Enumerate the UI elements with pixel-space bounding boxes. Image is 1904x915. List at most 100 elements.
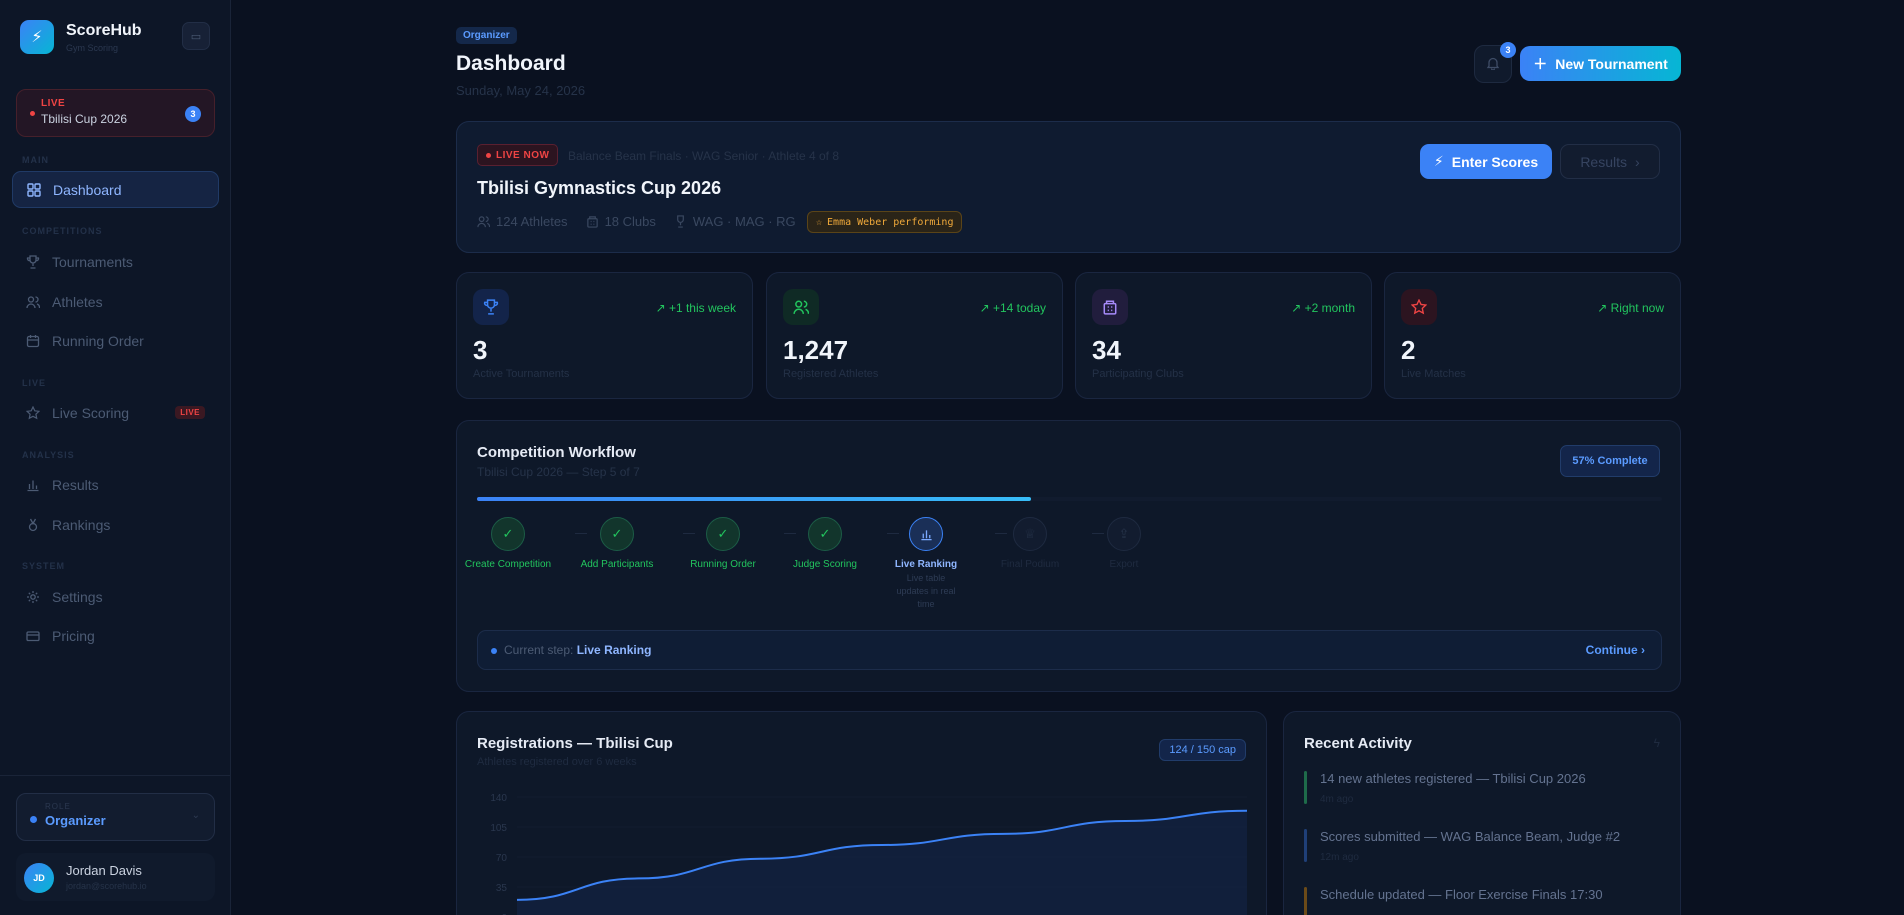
activity-marker xyxy=(1304,829,1307,862)
role-selector[interactable]: ROLE Organizer ⌄ xyxy=(16,793,215,841)
credit-card-icon xyxy=(26,629,40,643)
workflow-step-add-participants[interactable]: ✓ Add Participants xyxy=(569,517,665,570)
medal-icon: ♕ xyxy=(1013,517,1047,551)
role-tag: Organizer xyxy=(456,27,517,44)
sidebar-item-label: Settings xyxy=(52,588,103,605)
brand-subtitle: Gym Scoring xyxy=(66,42,119,53)
recent-activity-card: Recent Activity ϟ 14 new athletes regist… xyxy=(1283,711,1681,915)
check-icon: ✓ xyxy=(600,517,634,551)
section-competitions: COMPETITIONS xyxy=(22,226,103,236)
upload-icon: ⇪ xyxy=(1107,517,1141,551)
stat-trend: ↗ +1 this week xyxy=(655,301,736,315)
check-icon: ✓ xyxy=(808,517,842,551)
collapse-sidebar-button[interactable]: ▭ xyxy=(182,22,210,50)
sidebar-item-label: Rankings xyxy=(52,516,111,533)
activity-item[interactable]: Schedule updated — Floor Exercise Finals… xyxy=(1304,887,1644,915)
athletes-count: 124 Athletes xyxy=(496,214,568,229)
workflow-step-export[interactable]: ⇪ Export xyxy=(1076,517,1172,570)
stat-value: 1,247 xyxy=(783,335,849,365)
sidebar-item-athletes[interactable]: Athletes xyxy=(12,283,219,320)
workflow-step-create-competition[interactable]: ✓ Create Competition xyxy=(460,517,556,570)
sidebar-item-live-scoring[interactable]: Live Scoring LIVE xyxy=(12,394,219,431)
workflow-step-running-order[interactable]: ✓ Running Order xyxy=(675,517,771,570)
sidebar-item-pricing[interactable]: Pricing xyxy=(12,617,219,654)
workflow-step-final-podium[interactable]: ♕ Final Podium xyxy=(982,517,1078,570)
registrations-card: Registrations — Tbilisi Cup Athletes reg… xyxy=(456,711,1267,915)
role-dot-icon xyxy=(30,816,37,823)
y-tick-label: 35 xyxy=(496,883,508,894)
sidebar-item-rankings[interactable]: Rankings xyxy=(12,506,219,543)
series-area xyxy=(517,810,1247,915)
sidebar-item-settings[interactable]: Settings xyxy=(12,578,219,615)
users-icon xyxy=(26,295,40,309)
building-icon xyxy=(586,215,599,228)
stat-trend: ↗ +2 month xyxy=(1291,301,1355,315)
step-name: Create Competition xyxy=(464,559,552,570)
users-icon xyxy=(783,289,819,325)
activity-text: 14 new athletes registered — Tbilisi Cup… xyxy=(1320,771,1586,786)
trophy-icon xyxy=(473,289,509,325)
workflow-step-live-ranking[interactable]: Live Ranking Live table updates in real … xyxy=(878,517,974,611)
stat-card-tournaments[interactable]: ↗ +1 this week 3 Active Tournaments xyxy=(456,272,753,399)
live-event-meta: Balance Beam Finals · WAG Senior · Athle… xyxy=(568,149,840,163)
sidebar-item-dashboard[interactable]: Dashboard xyxy=(12,171,219,208)
activity-text: Scores submitted — WAG Balance Beam, Jud… xyxy=(1320,829,1621,844)
disciplines-fact: WAG · MAG · RG xyxy=(674,214,796,229)
current-step-banner: Current step: Live Ranking Continue › xyxy=(477,630,1662,670)
activity-item[interactable]: Scores submitted — WAG Balance Beam, Jud… xyxy=(1304,829,1644,863)
sidebar-item-running-order[interactable]: Running Order xyxy=(12,322,219,359)
stat-value: 2 xyxy=(1401,335,1416,365)
activity-marker xyxy=(1304,887,1307,915)
collapse-icon: ▭ xyxy=(190,30,202,43)
step-name: Export xyxy=(1109,559,1139,570)
stat-card-live-matches[interactable]: ↗ Right now 2 Live Matches xyxy=(1384,272,1681,399)
live-pill-badge: LIVE xyxy=(175,406,205,419)
stat-value: 34 xyxy=(1092,335,1121,365)
users-icon xyxy=(477,215,490,228)
current-dot-icon xyxy=(491,648,497,654)
y-tick-label: 70 xyxy=(496,853,508,864)
live-now-label: LIVE NOW xyxy=(496,149,550,161)
trophy-icon xyxy=(26,254,40,269)
live-now-card: LIVE NOW Balance Beam Finals · WAG Senio… xyxy=(456,121,1681,253)
stat-card-clubs[interactable]: ↗ +2 month 34 Participating Clubs xyxy=(1075,272,1372,399)
role-value: Organizer xyxy=(45,813,106,828)
continue-button[interactable]: Continue › xyxy=(1586,643,1645,657)
workflow-progress-track xyxy=(477,497,1662,501)
performer-name: Emma Weber performing xyxy=(827,216,954,228)
step-name: Final Podium xyxy=(1000,559,1060,570)
live-tournament-card[interactable]: LIVE Tbilisi Cup 2026 3 xyxy=(16,89,215,137)
sidebar-item-label: Results xyxy=(52,476,99,493)
current-step-label: Current step: xyxy=(504,643,574,657)
new-tournament-button[interactable]: ＋ New Tournament xyxy=(1520,46,1681,81)
medal-icon xyxy=(26,518,40,532)
sidebar-item-tournaments[interactable]: Tournaments xyxy=(12,243,219,280)
check-icon: ✓ xyxy=(706,517,740,551)
results-button[interactable]: Results › xyxy=(1560,144,1660,179)
stat-label: Active Tournaments xyxy=(473,368,570,380)
sidebar-item-results[interactable]: Results xyxy=(12,466,219,503)
bolt-icon: ϟ xyxy=(1653,736,1660,750)
stat-value: 3 xyxy=(473,335,488,365)
user-profile[interactable]: JD Jordan Davis jordan@scorehub.io xyxy=(16,853,215,901)
clubs-count: 18 Clubs xyxy=(604,214,656,229)
current-step-text: Current step: Live Ranking xyxy=(504,643,651,657)
new-tournament-label: New Tournament xyxy=(1555,55,1668,72)
workflow-complete-badge: 57% Complete xyxy=(1560,445,1660,477)
grid-icon xyxy=(27,182,41,197)
brand-name: ScoreHub xyxy=(66,21,142,39)
star-icon xyxy=(26,405,40,420)
activity-item[interactable]: 14 new athletes registered — Tbilisi Cup… xyxy=(1304,771,1644,805)
stat-card-athletes[interactable]: ↗ +14 today 1,247 Registered Athletes xyxy=(766,272,1063,399)
event-title: Tbilisi Gymnastics Cup 2026 xyxy=(477,178,722,198)
enter-scores-button[interactable]: ⚡ Enter Scores xyxy=(1420,144,1552,179)
bolt-icon: ⚡ xyxy=(20,20,54,54)
workflow-step-judge-scoring[interactable]: ✓ Judge Scoring xyxy=(777,517,873,570)
stat-label: Live Matches xyxy=(1401,368,1466,380)
current-step-value: Live Ranking xyxy=(576,643,652,657)
brand[interactable]: ⚡ ScoreHub Gym Scoring xyxy=(20,20,142,54)
building-icon xyxy=(1092,289,1128,325)
sidebar: ⚡ ScoreHub Gym Scoring ▭ LIVE Tbilisi Cu… xyxy=(0,0,231,915)
page-title: Dashboard xyxy=(456,52,566,75)
bar-chart-icon xyxy=(909,517,943,551)
